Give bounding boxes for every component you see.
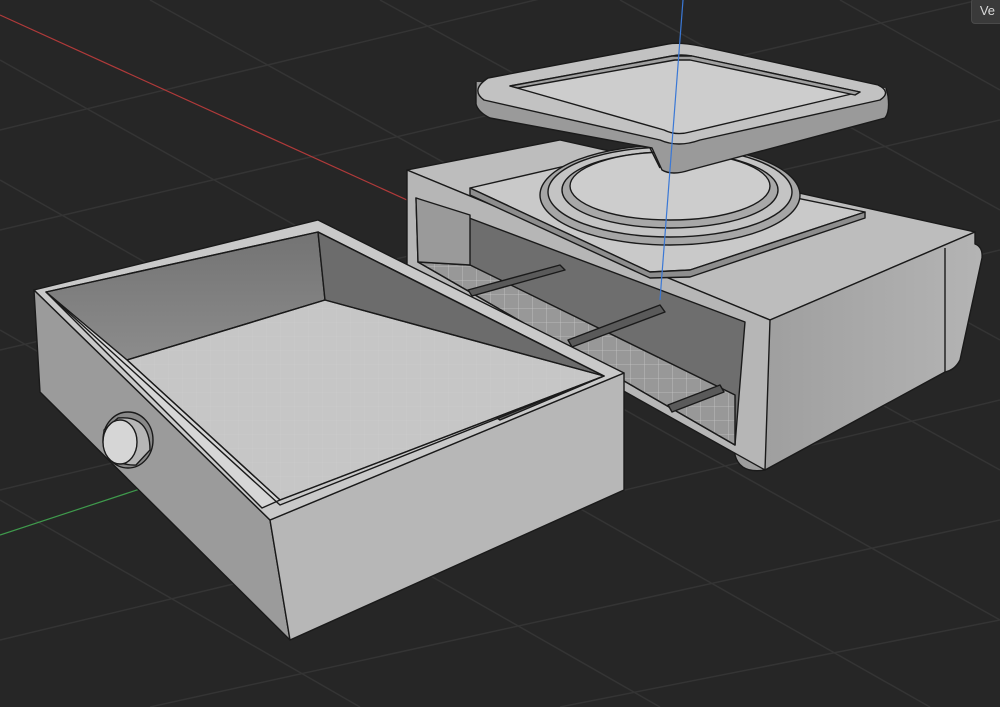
3d-viewport[interactable]	[0, 0, 1000, 707]
drawer-knob[interactable]	[102, 411, 154, 469]
view-label-badge[interactable]: Ve	[970, 0, 1000, 24]
